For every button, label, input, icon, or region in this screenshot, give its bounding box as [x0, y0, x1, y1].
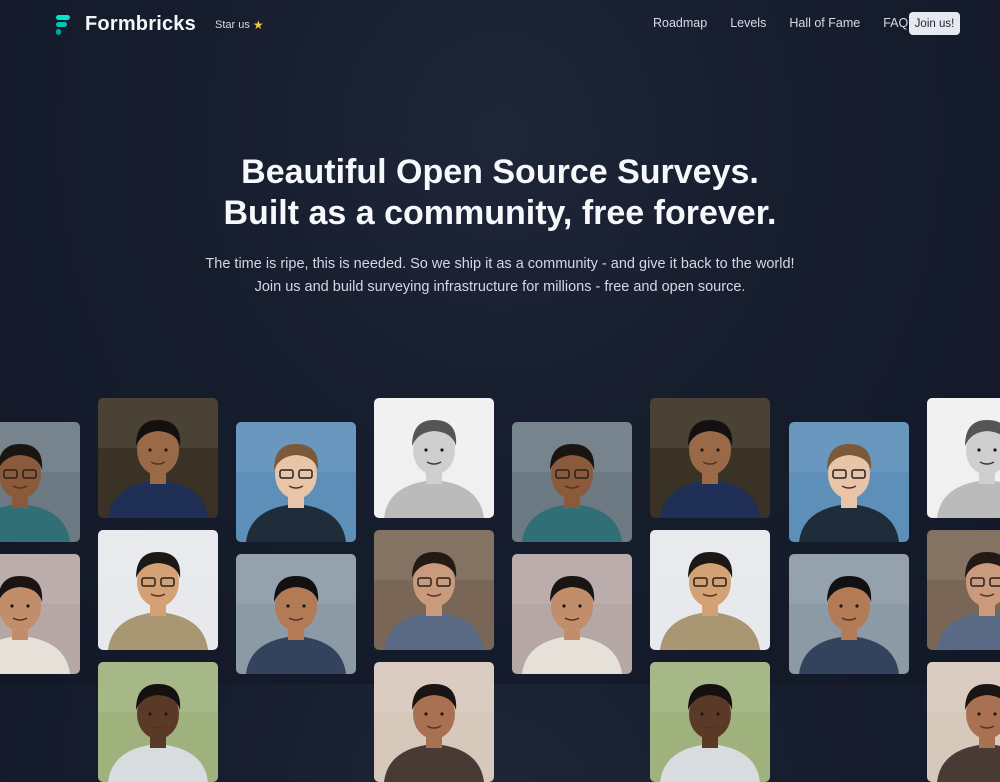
star-icon: ★: [252, 18, 264, 32]
avatar-photo-icon: [236, 554, 356, 674]
community-avatar: [374, 662, 494, 782]
community-avatar: [0, 422, 80, 542]
hero-subtitle-line-1: The time is ripe, this is needed. So we …: [205, 256, 795, 272]
avatar-photo-icon: [0, 554, 80, 674]
community-avatar: [789, 554, 909, 674]
avatar-photo-icon: [374, 662, 494, 782]
hero-title-line-2: Built as a community, free forever.: [223, 194, 777, 232]
star-us-label: Star us: [215, 19, 250, 31]
community-avatar: [650, 662, 770, 782]
avatar-photo-icon: [927, 662, 1000, 782]
avatar-photo-icon: [0, 422, 80, 542]
nav-link-roadmap[interactable]: Roadmap: [653, 16, 707, 30]
avatar-photo-icon: [789, 554, 909, 674]
formbricks-logo-icon: [56, 14, 70, 35]
nav-links: Roadmap Levels Hall of Fame FAQ: [653, 16, 908, 30]
community-avatar: [0, 554, 80, 674]
avatar-photo-icon: [98, 662, 218, 782]
nav-link-levels[interactable]: Levels: [730, 16, 766, 30]
community-avatar: [98, 662, 218, 782]
community-avatar: [236, 422, 356, 542]
avatar-photo-icon: [789, 422, 909, 542]
avatar-photo-icon: [650, 530, 770, 650]
community-avatar: [927, 662, 1000, 782]
community-avatar: [374, 530, 494, 650]
community-avatar: [98, 398, 218, 518]
avatar-photo-icon: [512, 554, 632, 674]
community-avatar: [650, 530, 770, 650]
avatar-photo-icon: [512, 422, 632, 542]
nav-link-hall-of-fame[interactable]: Hall of Fame: [789, 16, 860, 30]
community-avatar: [236, 554, 356, 674]
hero-title-line-1: Beautiful Open Source Surveys.: [241, 153, 759, 191]
nav-link-faq[interactable]: FAQ: [883, 16, 908, 30]
avatar-photo-icon: [650, 662, 770, 782]
avatar-photo-icon: [927, 530, 1000, 650]
avatar-photo-icon: [927, 398, 1000, 518]
community-avatar: [512, 422, 632, 542]
top-navbar: Formbricks Star us ★ Roadmap Levels Hall…: [0, 0, 1000, 50]
community-avatar: [927, 530, 1000, 650]
avatar-photo-icon: [98, 530, 218, 650]
community-avatar: [374, 398, 494, 518]
community-avatar: [650, 398, 770, 518]
hero-subtitle: The time is ripe, this is needed. So we …: [0, 253, 1000, 299]
avatar-photo-icon: [374, 398, 494, 518]
star-us-link[interactable]: Star us ★: [215, 18, 264, 32]
community-avatar: [789, 422, 909, 542]
community-avatar: [512, 554, 632, 674]
hero-title: Beautiful Open Source Surveys. Built as …: [0, 152, 1000, 234]
avatar-photo-icon: [374, 530, 494, 650]
avatar-photo-icon: [98, 398, 218, 518]
avatar-photo-icon: [236, 422, 356, 542]
community-avatar: [927, 398, 1000, 518]
avatar-photo-icon: [650, 398, 770, 518]
brand-logo[interactable]: Formbricks: [56, 13, 196, 36]
brand-name: Formbricks: [85, 13, 196, 35]
join-us-button[interactable]: Join us!: [909, 12, 960, 35]
community-avatar: [98, 530, 218, 650]
hero-subtitle-line-2: Join us and build surveying infrastructu…: [254, 279, 746, 295]
